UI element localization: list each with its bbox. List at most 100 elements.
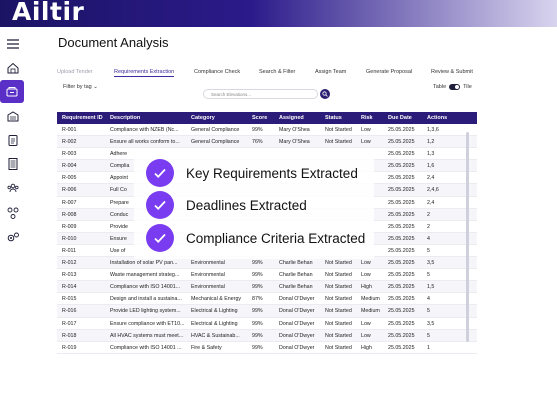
cell-score: 99%: [252, 127, 263, 133]
column-header[interactable]: Actions: [427, 115, 467, 121]
workflow-icon[interactable]: [3, 203, 23, 223]
page-title: Document Analysis: [58, 35, 169, 50]
view-switch[interactable]: [449, 84, 461, 90]
documents-icon[interactable]: [0, 80, 24, 103]
search-button[interactable]: [320, 89, 330, 99]
column-header[interactable]: Risk: [361, 115, 385, 121]
cell-actions[interactable]: 1: [427, 345, 467, 351]
table-row[interactable]: R-002 Ensure all works conform to... Gener…: [57, 136, 477, 149]
cell-actions[interactable]: 1,3,6: [427, 127, 467, 133]
column-header[interactable]: Score: [252, 115, 276, 121]
cell-description: Ensure compliance with ET10...: [110, 320, 185, 327]
cell-description: Installation of solar PV pan...: [110, 260, 178, 267]
cell-requirement-id: R-008: [62, 211, 77, 218]
cell-actions[interactable]: 4: [427, 236, 467, 242]
tab-assign-team[interactable]: Assign Team: [315, 69, 346, 75]
cell-status: Not Started: [325, 332, 352, 339]
cell-actions[interactable]: 1,6: [427, 163, 467, 169]
cell-assigned: Mary O'Shea: [279, 127, 310, 133]
table-row[interactable]: R-018 All HVAC systems must meet... HVAC &…: [57, 329, 477, 342]
cell-actions[interactable]: 5: [427, 333, 467, 339]
cell-risk: Low: [361, 127, 371, 133]
check-icon: [146, 159, 174, 187]
tab-compliance-check[interactable]: Compliance Check: [194, 69, 240, 75]
step-tabs: Upload Tender Requirements Extraction Co…: [57, 69, 477, 81]
chevron-down-icon: ⌄: [93, 84, 98, 90]
search-input[interactable]: Search Elevations...: [203, 89, 318, 99]
cell-score: 99%: [252, 308, 263, 315]
cell-actions[interactable]: 5: [427, 308, 467, 314]
cell-actions[interactable]: 1,5: [427, 284, 467, 290]
team-icon[interactable]: [3, 178, 23, 198]
feature-label: Key Requirements Extracted: [186, 165, 358, 181]
home-icon[interactable]: [3, 58, 23, 78]
cell-score: 99%: [252, 272, 263, 279]
column-header[interactable]: Requirement ID: [62, 115, 106, 121]
cell-score: 99%: [252, 344, 263, 351]
cell-actions[interactable]: 2,4: [427, 200, 467, 206]
file-list-icon[interactable]: [3, 154, 23, 174]
cell-status: Not Started: [325, 284, 352, 291]
cell-requirement-id: R-010: [62, 235, 77, 242]
cell-requirement-id: R-016: [62, 308, 77, 315]
cell-status: Not Started: [325, 296, 352, 303]
cell-score: 76%: [252, 139, 263, 146]
top-bar: Ailtir: [0, 0, 557, 27]
view-toggle[interactable]: Table Tile: [433, 84, 472, 90]
tab-generate-proposal[interactable]: Generate Proposal: [366, 69, 412, 75]
table-row[interactable]: R-001 Compliance with NZEB (Nc... General …: [57, 124, 477, 137]
table-row[interactable]: R-015 Design and install a sustaina... Mec…: [57, 293, 477, 306]
cell-actions[interactable]: 5: [427, 248, 467, 254]
cell-actions[interactable]: 5: [427, 272, 467, 278]
feature-item: Key Requirements Extracted: [146, 159, 358, 187]
cell-actions[interactable]: 1,2: [427, 139, 467, 145]
column-header[interactable]: Due Date: [388, 115, 426, 121]
filter-dropdown[interactable]: Filter by tag ⌄: [63, 84, 98, 90]
column-header[interactable]: Status: [325, 115, 359, 121]
cell-actions[interactable]: 4: [427, 296, 467, 302]
tab-upload-tender[interactable]: Upload Tender: [57, 69, 93, 75]
table-row[interactable]: R-016 Provide LED lighting system... Elect…: [57, 305, 477, 318]
column-header[interactable]: Assigned: [279, 115, 323, 121]
cell-actions[interactable]: 2: [427, 224, 467, 230]
menu-icon[interactable]: [3, 34, 23, 54]
cell-description: Provide LED lighting system...: [110, 308, 181, 315]
cell-actions[interactable]: 3,5: [427, 260, 467, 266]
tab-requirements-extraction[interactable]: Requirements Extraction: [114, 69, 175, 77]
cell-risk: Medium: [361, 296, 380, 303]
cell-requirement-id: R-003: [62, 151, 77, 158]
table-row[interactable]: R-014 Compliance with ISO 14001... Environ…: [57, 281, 477, 294]
table-scrollbar[interactable]: [466, 132, 469, 342]
table-row[interactable]: R-017 Ensure compliance with ET10... Elect…: [57, 318, 477, 330]
tab-review-submit[interactable]: Review & Submit: [431, 69, 473, 75]
column-header[interactable]: Category: [191, 115, 249, 121]
building-icon[interactable]: [3, 106, 23, 126]
cell-requirement-id: R-019: [62, 344, 77, 351]
feature-item: Compliance Criteria Extracted: [146, 224, 365, 252]
cell-category: Electrical & Lighting: [191, 308, 238, 315]
cell-description: Design and install a sustaina...: [110, 296, 182, 303]
cell-due-date: 25.05.2025: [388, 272, 415, 279]
cell-requirement-id: R-014: [62, 284, 77, 291]
cell-actions[interactable]: 1,3: [427, 151, 467, 157]
cell-description: Ensure all works conform to...: [110, 139, 180, 146]
cell-due-date: 25.05.2025: [388, 235, 415, 242]
cell-due-date: 25.05.2025: [388, 308, 415, 315]
cell-requirement-id: R-018: [62, 332, 77, 339]
clipboard-icon[interactable]: [3, 130, 23, 150]
cell-actions[interactable]: 2: [427, 212, 467, 218]
cell-assigned: Donal O'Dwyer: [279, 344, 315, 351]
cell-assigned: Donal O'Dwyer: [279, 320, 315, 327]
cell-actions[interactable]: 3,5: [427, 321, 467, 327]
column-header[interactable]: Description: [110, 115, 188, 121]
table-row[interactable]: R-019 Compliance with ISO 14001 ... Fire &…: [57, 342, 477, 354]
cell-actions[interactable]: 2,4,6: [427, 187, 467, 193]
cell-requirement-id: R-009: [62, 223, 77, 230]
tab-search-filter[interactable]: Search & Filter: [259, 69, 295, 75]
cell-category: HVAC & Sustainab...: [191, 332, 240, 339]
cell-assigned: Donal O'Dwyer: [279, 296, 315, 303]
check-icon: [146, 224, 174, 252]
cell-actions[interactable]: 2,4: [427, 175, 467, 181]
settings-icon[interactable]: [3, 227, 23, 247]
table-row[interactable]: R-013 Waste management strateg... Environm…: [57, 269, 477, 282]
